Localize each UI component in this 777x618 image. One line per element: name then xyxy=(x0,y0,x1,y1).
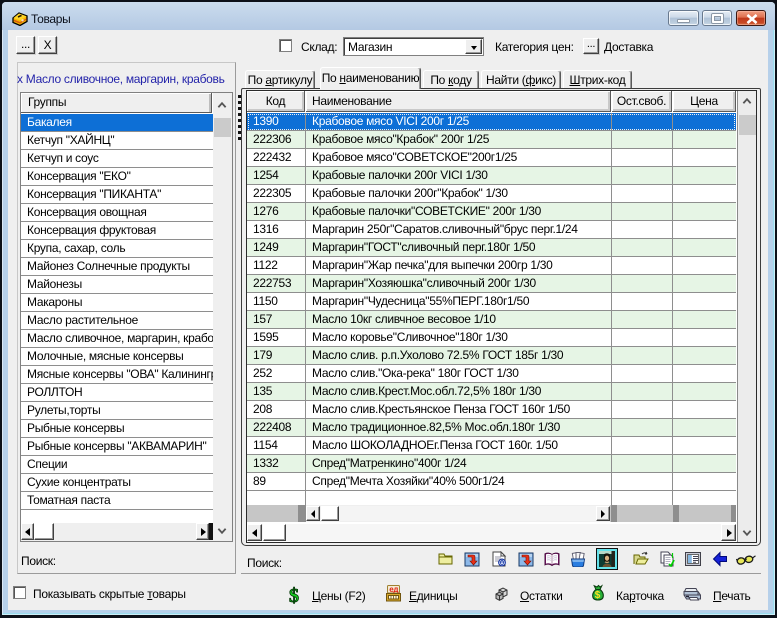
svg-text:$: $ xyxy=(595,590,601,601)
svg-text:ед: ед xyxy=(389,585,398,594)
svg-text:$: $ xyxy=(289,585,299,605)
